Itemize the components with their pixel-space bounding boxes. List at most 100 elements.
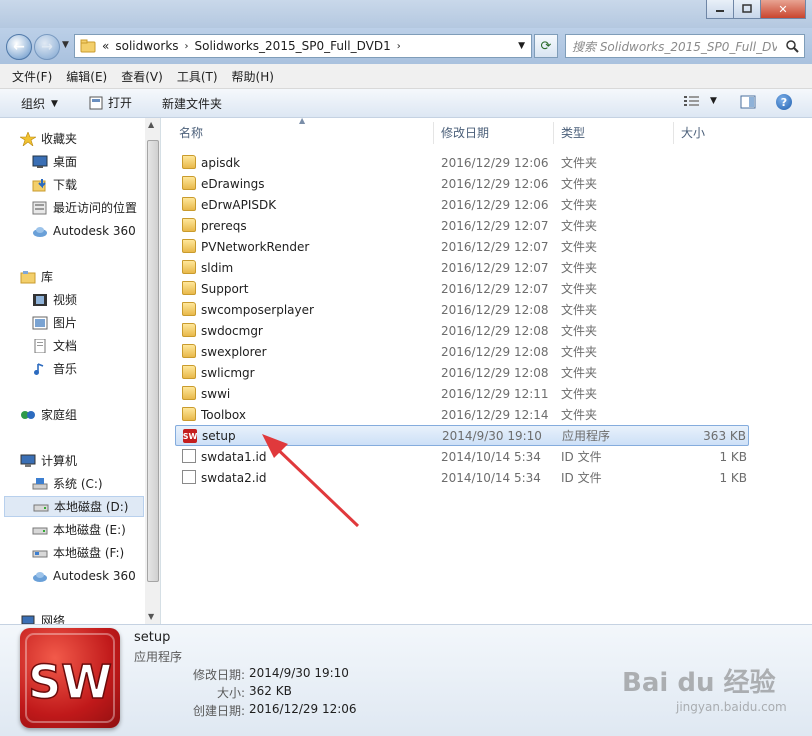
file-row[interactable]: swwi 2016/12/29 12:11 文件夹 — [175, 383, 749, 404]
back-button[interactable]: ← — [6, 34, 32, 60]
address-bar[interactable]: « solidworks › Solidworks_2015_SP0_Full_… — [74, 34, 532, 58]
scroll-up-icon[interactable]: ▲ — [148, 120, 154, 129]
sort-ascending-icon: ▲ — [299, 116, 306, 125]
nav-pictures[interactable]: 图片 — [32, 312, 160, 333]
file-row[interactable]: eDrwAPISDK 2016/12/29 12:06 文件夹 — [175, 194, 749, 215]
folder-icon — [182, 260, 196, 274]
nav-drive-d[interactable]: 本地磁盘 (D:) — [4, 496, 144, 517]
nav-computer[interactable]: 计算机 — [20, 450, 160, 471]
close-button[interactable]: ✕ — [760, 0, 806, 19]
refresh-button[interactable]: ⟳ — [534, 34, 558, 58]
column-divider[interactable] — [673, 122, 674, 144]
scroll-down-icon[interactable]: ▼ — [148, 612, 154, 621]
column-divider[interactable] — [553, 122, 554, 144]
file-date: 2016/12/29 12:07 — [441, 260, 549, 275]
nav-music[interactable]: 音乐 — [32, 358, 160, 379]
overflow-chevron[interactable]: « — [102, 39, 109, 53]
file-row[interactable]: swcomposerplayer 2016/12/29 12:08 文件夹 — [175, 299, 749, 320]
minimize-button[interactable] — [706, 0, 734, 19]
nav-recent-places[interactable]: 最近访问的位置 — [32, 197, 160, 218]
column-divider[interactable] — [433, 122, 434, 144]
menu-view[interactable]: 查看(V) — [114, 68, 170, 85]
column-header-size[interactable]: 大小 — [681, 118, 705, 146]
search-placeholder: 搜索 Solidworks_2015_SP0_Full_DV... — [572, 39, 777, 54]
new-folder-button[interactable]: 新建文件夹 — [162, 95, 222, 112]
open-button[interactable]: 打开 — [89, 94, 132, 111]
cloud-drive-icon — [33, 571, 47, 582]
menu-tools[interactable]: 工具(T) — [170, 68, 225, 85]
nav-scrollbar[interactable]: ▲ ▼ — [145, 118, 160, 624]
nav-downloads[interactable]: 下载 — [32, 174, 160, 195]
view-options-button[interactable]: ▼ — [684, 95, 717, 107]
nav-downloads-label: 下载 — [53, 178, 78, 192]
nav-autodesk-360-label: Autodesk 360 — [53, 223, 136, 238]
file-row[interactable]: prereqs 2016/12/29 12:07 文件夹 — [175, 215, 749, 236]
preview-pane-button[interactable] — [740, 95, 756, 112]
file-name: eDrwAPISDK — [201, 197, 277, 212]
breadcrumb-solidworks[interactable]: solidworks — [115, 39, 178, 53]
file-row[interactable]: sldim 2016/12/29 12:07 文件夹 — [175, 257, 749, 278]
column-header-type[interactable]: 类型 — [561, 118, 585, 146]
file-type: 文件夹 — [561, 324, 598, 338]
file-size: 363 KB — [703, 428, 746, 443]
file-row[interactable]: PVNetworkRender 2016/12/29 12:07 文件夹 — [175, 236, 749, 257]
file-date: 2016/12/29 12:07 — [441, 281, 549, 296]
address-dropdown-icon[interactable]: ▼ — [518, 41, 525, 51]
file-date: 2016/12/29 12:08 — [441, 344, 549, 359]
file-date: 2016/12/29 12:07 — [441, 218, 549, 233]
scroll-thumb[interactable] — [147, 140, 159, 582]
nav-desktop[interactable]: 桌面 — [32, 151, 160, 172]
menu-file[interactable]: 文件(F) — [0, 68, 59, 85]
help-button[interactable]: ? — [776, 94, 792, 110]
nav-autodesk-360-drive[interactable]: Autodesk 360 — [32, 565, 160, 586]
file-row[interactable]: eDrawings 2016/12/29 12:06 文件夹 — [175, 173, 749, 194]
nav-libraries[interactable]: 库 — [20, 266, 160, 287]
nav-drive-f-label: 本地磁盘 (F:) — [53, 546, 125, 560]
nav-homegroup[interactable]: 家庭组 — [20, 404, 160, 425]
file-name: sldim — [201, 260, 234, 275]
file-date: 2016/12/29 12:06 — [441, 197, 549, 212]
menu-edit[interactable]: 编辑(E) — [59, 68, 114, 85]
breadcrumb-current-folder[interactable]: Solidworks_2015_SP0_Full_DVD1 — [195, 39, 391, 53]
nav-libraries-label: 库 — [41, 270, 54, 284]
search-input[interactable]: 搜索 Solidworks_2015_SP0_Full_DV... — [565, 34, 805, 58]
nav-drive-d-label: 本地磁盘 (D:) — [54, 500, 129, 514]
forward-button[interactable]: → — [34, 34, 60, 60]
nav-documents[interactable]: 文档 — [32, 335, 160, 356]
column-header-name[interactable]: 名称 — [179, 118, 203, 146]
nav-network[interactable]: 网络 — [20, 610, 160, 624]
details-modified-label: 修改日期: — [193, 668, 246, 682]
nav-drive-f[interactable]: 本地磁盘 (F:) — [32, 542, 160, 563]
file-name: swwi — [201, 386, 231, 401]
homegroup-icon — [21, 410, 35, 419]
breadcrumb-separator-icon[interactable]: › — [397, 41, 401, 52]
file-row[interactable]: Support 2016/12/29 12:07 文件夹 — [175, 278, 749, 299]
folder-icon — [182, 239, 196, 253]
recent-pages-dropdown[interactable]: ▼ — [62, 40, 69, 50]
maximize-button[interactable] — [733, 0, 761, 19]
nav-videos[interactable]: 视频 — [32, 289, 160, 310]
menu-help[interactable]: 帮助(H) — [225, 68, 281, 85]
forward-arrow-icon: → — [41, 39, 53, 55]
folder-icon — [182, 281, 196, 295]
file-row[interactable]: apisdk 2016/12/29 12:06 文件夹 — [175, 152, 749, 173]
file-type: 文件夹 — [561, 240, 598, 254]
nav-autodesk-360[interactable]: Autodesk 360 — [32, 220, 160, 241]
file-row[interactable]: swlicmgr 2016/12/29 12:08 文件夹 — [175, 362, 749, 383]
nav-favorites[interactable]: 收藏夹 — [20, 128, 160, 149]
organize-button[interactable]: 组织 ▼ — [21, 95, 58, 112]
file-name: eDrawings — [201, 176, 265, 191]
file-type: 文件夹 — [561, 156, 598, 170]
breadcrumb-separator-icon[interactable]: › — [185, 41, 189, 52]
hard-drive-icon — [32, 527, 48, 534]
view-list-icon — [684, 96, 699, 106]
column-header-date[interactable]: 修改日期 — [441, 118, 489, 146]
search-icon[interactable] — [785, 39, 799, 53]
details-size-label: 大小: — [217, 686, 246, 700]
nav-drive-c[interactable]: 系统 (C:) — [32, 473, 160, 494]
nav-drive-e[interactable]: 本地磁盘 (E:) — [32, 519, 160, 540]
file-row[interactable]: swexplorer 2016/12/29 12:08 文件夹 — [175, 341, 749, 362]
desktop-icon — [32, 155, 48, 168]
file-row[interactable]: swdocmgr 2016/12/29 12:08 文件夹 — [175, 320, 749, 341]
close-icon: ✕ — [778, 2, 788, 16]
